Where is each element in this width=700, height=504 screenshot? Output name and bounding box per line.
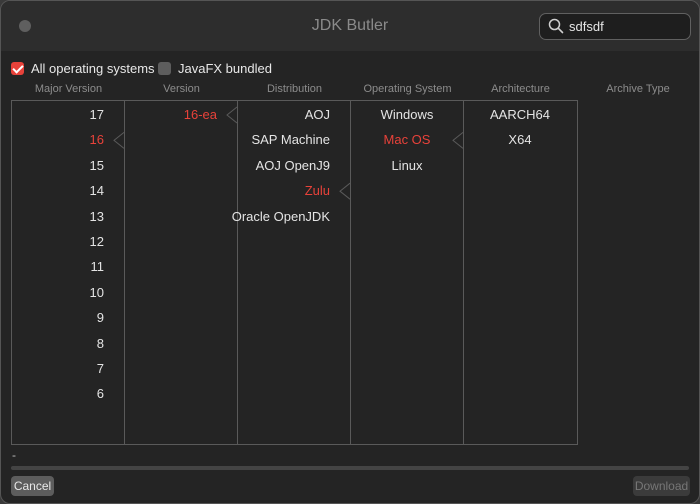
major-version-item[interactable]: 11: [91, 259, 105, 274]
architecture-column[interactable]: AARCH64 X64: [464, 101, 576, 444]
operating-system-item[interactable]: Linux: [351, 158, 463, 173]
architecture-item[interactable]: AARCH64: [464, 107, 576, 122]
major-version-column[interactable]: 17 16 15 14 13 12 11 10 9 8 7 6: [12, 101, 124, 444]
header-architecture: Architecture: [491, 83, 550, 95]
distribution-item[interactable]: Zulu: [305, 183, 330, 198]
operating-system-item[interactable]: Mac OS: [351, 132, 463, 147]
search-icon: [548, 18, 564, 34]
checkbox-checked-icon[interactable]: [11, 62, 24, 75]
header-major-version: Major Version: [34, 83, 103, 95]
operating-system-item[interactable]: Windows: [351, 107, 463, 122]
app-window: JDK Butler sdfsdf All operating systems …: [0, 0, 700, 504]
major-version-item[interactable]: 17: [90, 107, 104, 122]
search-field[interactable]: sdfsdf: [539, 13, 691, 40]
major-version-item[interactable]: 10: [90, 285, 104, 300]
all-os-checkbox[interactable]: All operating systems: [11, 61, 155, 76]
column-browser: 17 16 15 14 13 12 11 10 9 8 7 6 16-ea AOJ SAP Machin…: [11, 100, 578, 445]
architecture-item[interactable]: X64: [464, 132, 576, 147]
version-column[interactable]: 16-ea: [125, 101, 237, 444]
major-version-item[interactable]: 9: [97, 310, 104, 325]
title-bar: JDK Butler sdfsdf: [1, 1, 699, 51]
major-version-item[interactable]: 16: [90, 132, 104, 147]
distribution-item[interactable]: AOJ: [305, 107, 330, 122]
download-button[interactable]: Download: [633, 476, 690, 496]
major-version-item[interactable]: 7: [97, 361, 104, 376]
javafx-checkbox[interactable]: JavaFX bundled: [158, 61, 272, 76]
distribution-item[interactable]: Oracle OpenJDK: [232, 209, 330, 224]
cancel-button[interactable]: Cancel: [11, 476, 54, 496]
distribution-item[interactable]: AOJ OpenJ9: [256, 158, 330, 173]
header-operating-system: Operating System: [363, 83, 452, 95]
status-text: -: [12, 448, 16, 462]
operating-system-column[interactable]: Windows Mac OS Linux: [351, 101, 463, 444]
search-input[interactable]: sdfsdf: [569, 19, 604, 34]
major-version-item[interactable]: 12: [90, 234, 104, 249]
major-version-item[interactable]: 14: [90, 183, 104, 198]
javafx-label: JavaFX bundled: [178, 61, 272, 76]
major-version-item[interactable]: 13: [90, 209, 104, 224]
distribution-item[interactable]: SAP Machine: [251, 132, 330, 147]
header-distribution: Distribution: [266, 83, 323, 95]
header-archive-type: Archive Type: [606, 83, 670, 95]
version-item[interactable]: 16-ea: [184, 107, 217, 122]
download-progress-bar: [11, 466, 689, 470]
distribution-column[interactable]: AOJ SAP Machine AOJ OpenJ9 Zulu Oracle OpenJ…: [232, 101, 350, 444]
major-version-item[interactable]: 8: [97, 336, 104, 351]
major-version-item[interactable]: 6: [97, 386, 104, 401]
checkbox-unchecked-icon[interactable]: [158, 62, 171, 75]
header-version: Version: [163, 83, 200, 95]
all-os-label: All operating systems: [31, 61, 155, 76]
major-version-item[interactable]: 15: [90, 158, 104, 173]
